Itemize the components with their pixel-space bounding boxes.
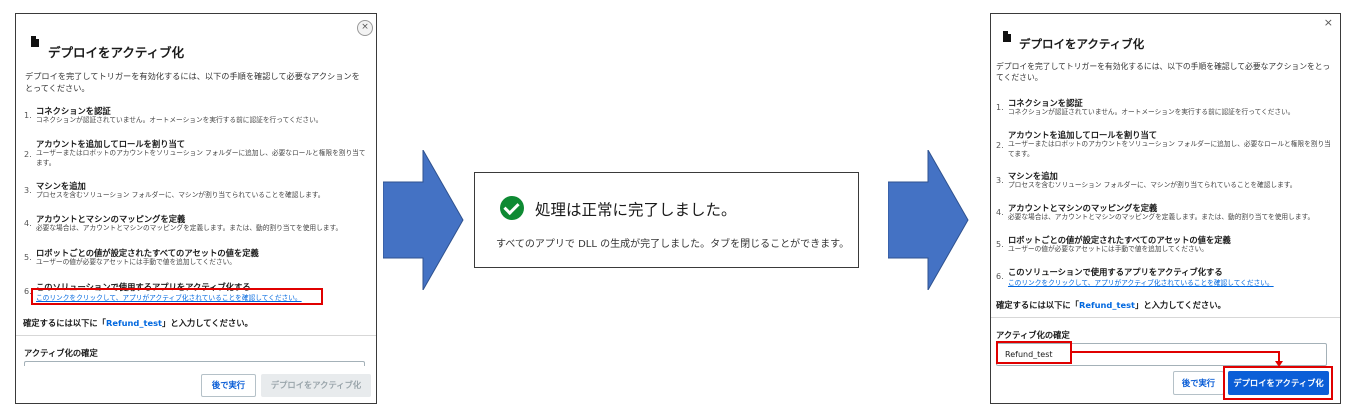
dialog-title: デプロイをアクティブ化 bbox=[48, 45, 185, 60]
step-number: 4. bbox=[24, 219, 32, 228]
step-description: ユーザーの値が必要なアセットには手動で値を追加してください。 bbox=[36, 258, 236, 266]
document-icon bbox=[31, 36, 39, 47]
right-arrow-icon bbox=[383, 150, 464, 290]
confirm-keyword: Refund_test bbox=[105, 318, 163, 328]
step-number: 2. bbox=[24, 150, 32, 159]
success-check-icon bbox=[500, 196, 524, 220]
close-icon[interactable]: × bbox=[357, 20, 373, 36]
divider bbox=[16, 335, 376, 336]
step-description: プロセスを含むソリューション フォルダーに、マシンが割り当てられていることを確認… bbox=[36, 191, 325, 199]
step-description: コネクションが認証されていません。オートメーションを実行する前に認証を行ってくだ… bbox=[36, 116, 323, 124]
right-arrow-icon bbox=[888, 150, 969, 290]
success-title: 処理は正常に完了しました。 bbox=[535, 201, 737, 219]
success-message: すべてのアプリで DLL の生成が完了しました。タブを閉じることができます。 bbox=[496, 239, 850, 250]
step-description: 必要な場合は、アカウントとマシンのマッピングを定義します。または、動的割り当てを… bbox=[36, 224, 343, 232]
run-later-button[interactable]: 後で実行 bbox=[201, 374, 256, 397]
link-highlight-box bbox=[31, 288, 323, 305]
step-number: 1. bbox=[24, 111, 32, 120]
step-description: ユーザーまたはロボットのアカウントをソリューション フォルダーに追加し、必要なロ… bbox=[36, 149, 366, 167]
dialog-intro: デプロイを完了してトリガーを有効化するには、以下の手順を確認して必要なアクション… bbox=[25, 71, 360, 93]
connector-arrow-icon bbox=[1072, 351, 1283, 367]
step-number: 3. bbox=[24, 186, 32, 195]
dialog-before: × デプロイをアクティブ化 デプロイを完了してトリガーを有効化するには、以下の手… bbox=[15, 13, 377, 404]
dialog-footer: 後で実行 デプロイをアクティブ化 bbox=[16, 366, 376, 403]
success-panel: 処理は正常に完了しました。 すべてのアプリで DLL の生成が完了しました。タブ… bbox=[474, 172, 859, 268]
activate-deploy-button[interactable]: デプロイをアクティブ化 bbox=[261, 374, 371, 397]
confirm-instruction: 確定するには以下に「Refund_test」と入力してください。 bbox=[23, 318, 253, 328]
dialog-after: × デプロイをアクティブ化 デプロイを完了してトリガーを有効化するには、以下の手… bbox=[990, 13, 1341, 404]
activation-confirm-label: アクティブ化の確定 bbox=[24, 348, 98, 358]
step-number: 5. bbox=[24, 253, 32, 262]
